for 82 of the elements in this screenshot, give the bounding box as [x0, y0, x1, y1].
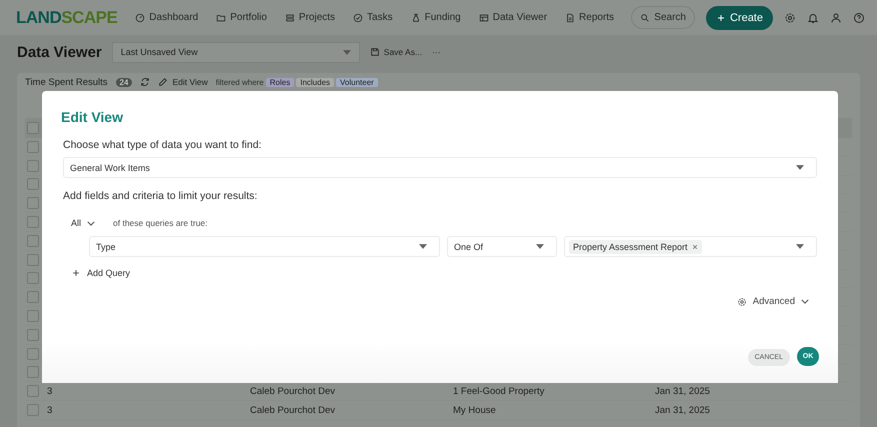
- help-icon[interactable]: [853, 12, 865, 24]
- criteria-label: Add fields and criteria to limit your results:: [63, 190, 258, 202]
- checkbox[interactable]: [27, 122, 39, 134]
- match-text: of these queries are true:: [113, 218, 208, 228]
- money-bag-icon: [410, 12, 421, 22]
- refresh-icon[interactable]: [140, 77, 150, 87]
- table-cell: Jan 31, 2025: [655, 386, 710, 397]
- caret-icon: [419, 244, 427, 249]
- checkbox[interactable]: [27, 348, 39, 360]
- operator-select[interactable]: One Of: [447, 236, 557, 257]
- filter-tag: Roles: [266, 78, 294, 86]
- table-cell-text: My House: [453, 404, 497, 416]
- stack-icon: [284, 12, 295, 22]
- table-cell-text: Caleb Pourchot Dev: [250, 404, 336, 416]
- save-as-button[interactable]: Save As...: [370, 47, 422, 57]
- checkbox[interactable]: [27, 197, 39, 210]
- gauge-icon: [135, 12, 146, 22]
- filter-tag: Volunteer: [336, 78, 378, 86]
- type-label: Choose what type of data you want to find:: [63, 139, 262, 151]
- count-badge: 24: [116, 78, 132, 86]
- edit-view-button[interactable]: Edit View: [158, 77, 208, 87]
- checkbox[interactable]: [27, 272, 39, 284]
- gear-icon: [736, 296, 747, 306]
- create-button[interactable]: Create: [706, 6, 773, 30]
- caret-icon: [536, 244, 544, 249]
- advanced-button[interactable]: Advanced: [736, 296, 809, 307]
- nav-link[interactable]: Dashboard: [135, 12, 198, 23]
- checkbox[interactable]: [27, 404, 39, 416]
- nav-link[interactable]: Portfolio: [216, 12, 267, 23]
- table-cell-text: 3: [46, 404, 54, 416]
- checkbox[interactable]: [27, 366, 39, 378]
- plus-icon: [716, 12, 726, 22]
- pencil-icon: [158, 77, 168, 87]
- checkbox[interactable]: [27, 160, 39, 172]
- checkbox[interactable]: [27, 310, 39, 322]
- chevron-icon: [87, 220, 96, 226]
- nav-link[interactable]: Tasks: [353, 12, 393, 23]
- value-select[interactable]: Property Assessment Report: [564, 236, 817, 257]
- bell-icon[interactable]: [807, 12, 819, 24]
- user-icon[interactable]: [830, 12, 842, 24]
- nav-link[interactable]: Projects: [284, 12, 336, 23]
- data-type-select[interactable]: General Work Items: [63, 157, 817, 178]
- table-cell-text: Caleb Pourchot Dev: [250, 386, 336, 397]
- table-cell-text: 1 Feel-Good Property: [453, 386, 546, 397]
- page-title: Data Viewer: [17, 44, 102, 60]
- caret-icon: [796, 244, 804, 249]
- chevron-icon: [801, 299, 809, 304]
- match-select[interactable]: All: [71, 218, 96, 228]
- nav-link[interactable]: Funding: [410, 12, 461, 23]
- table-icon: [478, 12, 489, 22]
- checkbox[interactable]: [27, 216, 39, 228]
- checkbox[interactable]: [27, 178, 39, 190]
- query-field-select[interactable]: Type: [89, 236, 440, 257]
- checkbox[interactable]: [27, 140, 39, 153]
- remove-icon[interactable]: [692, 244, 698, 250]
- caret-icon: [796, 165, 804, 170]
- document-icon: [565, 12, 576, 22]
- search-button[interactable]: Search: [631, 6, 695, 29]
- filter-text: filtered where: [216, 78, 264, 86]
- results-title: Time Spent Results: [25, 76, 108, 88]
- logo: LANDSCAPE: [16, 8, 118, 28]
- search-icon: [640, 12, 650, 22]
- table-cell: Jan 31, 2025: [655, 404, 710, 416]
- checkbox[interactable]: [27, 328, 39, 341]
- filter-tag: Includes: [296, 78, 334, 86]
- add-query-button[interactable]: Add Query: [71, 268, 130, 278]
- settings-icon[interactable]: [784, 12, 796, 24]
- caret-icon: [342, 50, 351, 54]
- dialog-title: Edit View: [61, 109, 124, 125]
- more-button[interactable]: ···: [432, 47, 441, 57]
- checkbox[interactable]: [27, 234, 39, 247]
- nav-link[interactable]: Reports: [565, 12, 614, 23]
- view-select[interactable]: Last Unsaved View: [112, 42, 360, 62]
- table-cell-text: 3: [46, 386, 54, 397]
- value-chip: Property Assessment Report: [569, 240, 702, 254]
- checkbox[interactable]: [27, 254, 39, 266]
- checkbox[interactable]: [27, 385, 39, 398]
- nav-link[interactable]: Data Viewer: [478, 12, 548, 23]
- plus-icon: [71, 268, 81, 278]
- floppy-icon: [370, 47, 380, 57]
- folder-icon: [216, 12, 226, 22]
- checkbox[interactable]: [27, 291, 39, 304]
